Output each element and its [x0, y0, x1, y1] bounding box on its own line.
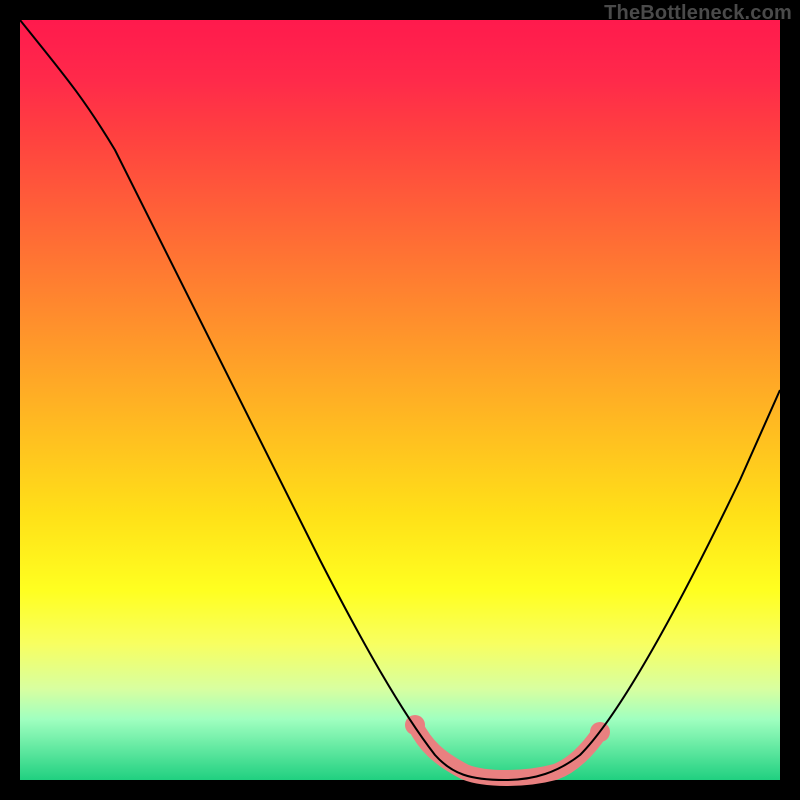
chart-svg [20, 20, 780, 780]
watermark-text: TheBottleneck.com [604, 2, 792, 25]
bottleneck-curve [20, 20, 780, 780]
highlight-band [405, 715, 610, 778]
highlight-path [415, 725, 600, 778]
plot-area [20, 20, 780, 780]
outer-frame: TheBottleneck.com [0, 0, 800, 800]
